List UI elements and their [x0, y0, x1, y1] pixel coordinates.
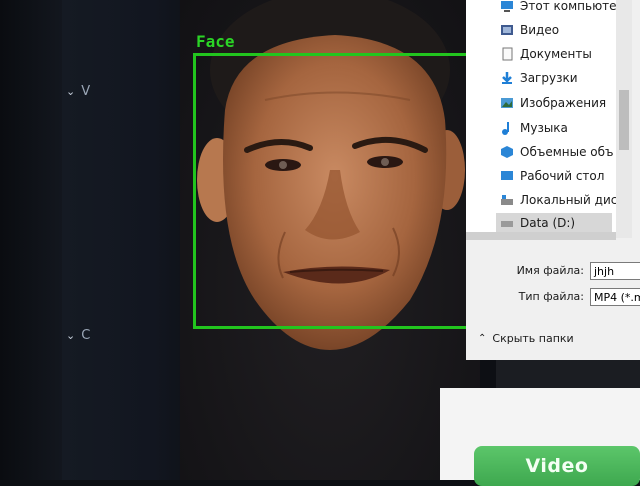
computer-icon: [500, 0, 514, 13]
horizontal-scrollbar[interactable]: [466, 232, 616, 240]
save-file-dialog: Этот компьютер Видео Документы Загрузки …: [466, 0, 640, 360]
panel-section-v[interactable]: ⌄ V: [66, 84, 90, 99]
tree-item-label: Локальный дис: [520, 193, 618, 207]
tree-item-label: Этот компьютер: [520, 0, 625, 13]
video-folder-icon: [500, 23, 514, 37]
tree-item-label: Рабочий стол: [520, 169, 605, 183]
hide-folders-label: Скрыть папки: [492, 332, 574, 345]
monitor-edge: [0, 0, 70, 480]
chevron-down-icon: ⌄: [66, 85, 76, 98]
tree-item-label: Загрузки: [520, 71, 578, 85]
chevron-down-icon: ⌄: [66, 329, 76, 342]
tree-item-label: Музыка: [520, 121, 568, 135]
tree-item-label: Изображения: [520, 96, 607, 110]
hide-folders-toggle[interactable]: ⌃ Скрыть папки: [478, 332, 574, 345]
desktop-icon: [500, 169, 514, 183]
tree-item-data-drive[interactable]: Data (D:): [496, 213, 612, 233]
chevron-up-icon: ⌃: [478, 333, 487, 344]
filename-input[interactable]: jhjh: [590, 262, 640, 280]
folder-tree: Этот компьютер Видео Документы Загрузки …: [466, 0, 624, 240]
face-detection-box: [193, 53, 469, 329]
local-disk-icon: [500, 193, 514, 207]
filetype-label: Тип файла:: [518, 290, 584, 303]
panel-section-label: C: [81, 328, 91, 343]
filename-row: Имя файла: jhjh: [466, 260, 640, 282]
dialog-shadow: [496, 360, 640, 388]
tree-item-label: Объемные объ: [520, 145, 614, 159]
scrollbar-thumb[interactable]: [619, 90, 629, 150]
filetype-row: Тип файла: MP4 (*.m: [466, 286, 640, 308]
filename-label: Имя файла:: [516, 264, 584, 277]
downloads-icon: [500, 71, 514, 85]
panel-section-c[interactable]: ⌄ C: [66, 328, 90, 343]
3d-objects-icon: [500, 145, 514, 159]
face-detection-label: Face: [196, 32, 235, 51]
video-button[interactable]: Video: [474, 446, 640, 486]
panel-section-label: V: [81, 84, 91, 99]
music-icon: [500, 121, 514, 135]
documents-icon: [500, 47, 514, 61]
tree-item-label: Документы: [520, 47, 592, 61]
pictures-icon: [500, 96, 514, 110]
tree-item-label: Data (D:): [520, 216, 576, 230]
filetype-select[interactable]: MP4 (*.m: [590, 288, 640, 306]
drive-icon: [500, 216, 514, 230]
tree-item-label: Видео: [520, 23, 560, 37]
side-panel: [62, 0, 192, 480]
